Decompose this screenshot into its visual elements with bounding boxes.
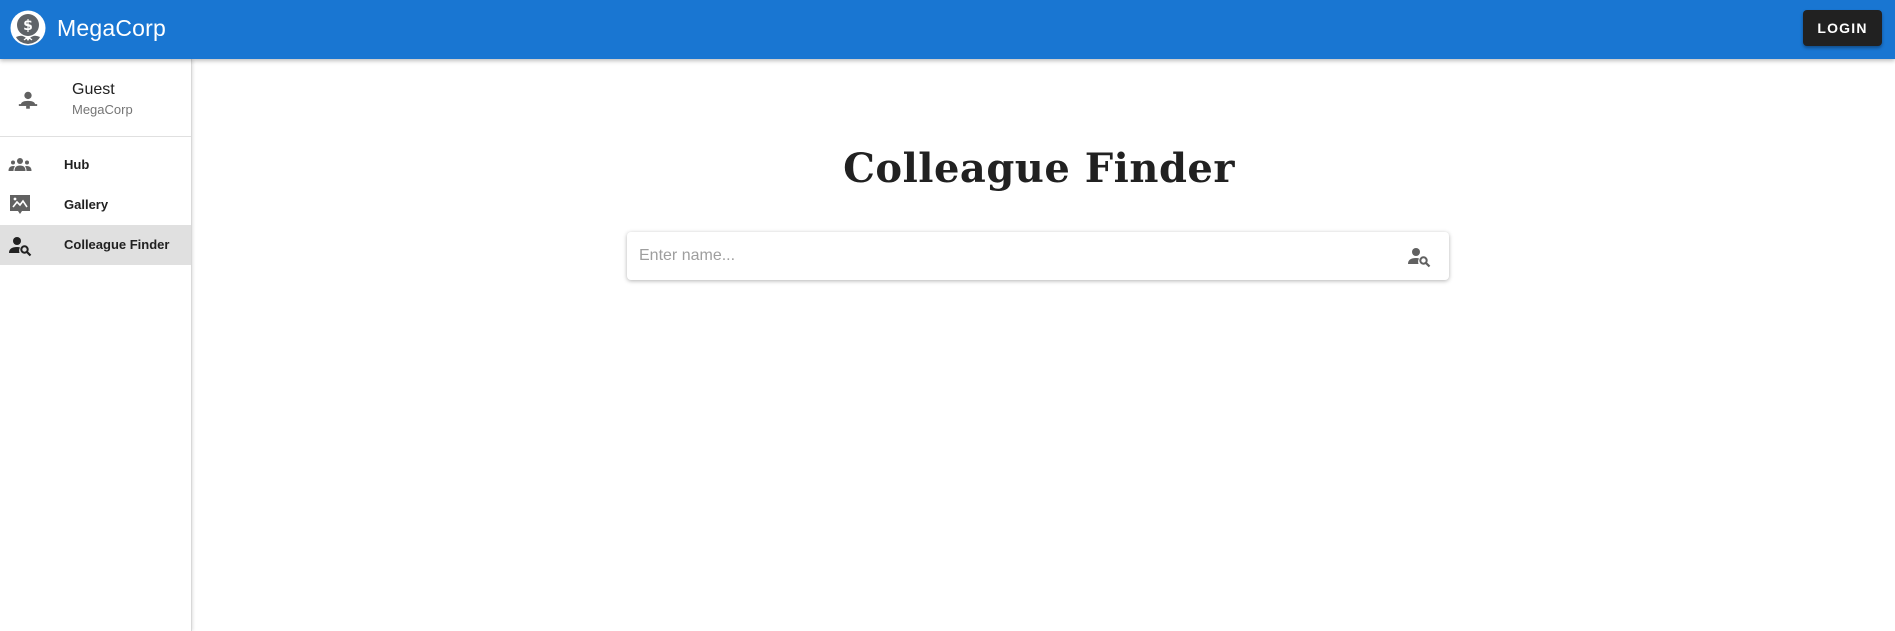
brand-link[interactable]: $ MegaCorp xyxy=(10,10,166,46)
person-search-icon xyxy=(9,237,32,257)
sidebar-item-gallery[interactable]: Gallery xyxy=(0,185,191,225)
user-profile: Guest MegaCorp xyxy=(0,59,191,137)
search-input[interactable] xyxy=(639,232,1399,280)
profile-name: Guest xyxy=(72,81,115,98)
brand-name: MegaCorp xyxy=(57,15,166,41)
gallery-icon xyxy=(10,195,30,214)
profile-org: MegaCorp xyxy=(72,102,133,117)
person-search-icon[interactable] xyxy=(1407,244,1431,268)
sidebar: Guest MegaCorp Hub Gallery Colleague Fin… xyxy=(0,59,192,631)
sidebar-item-hub[interactable]: Hub xyxy=(0,145,191,185)
svg-text:$: $ xyxy=(23,18,33,34)
login-button[interactable]: LOGIN xyxy=(1803,10,1882,46)
person-icon xyxy=(18,91,38,109)
sidebar-item-label: Gallery xyxy=(64,197,109,212)
app-bar: $ MegaCorp LOGIN xyxy=(0,0,1895,59)
sidebar-nav: Hub Gallery Colleague Finder xyxy=(0,145,191,265)
group-icon xyxy=(8,158,32,171)
sidebar-item-colleague-finder[interactable]: Colleague Finder xyxy=(0,225,191,265)
search-box xyxy=(627,232,1449,280)
sidebar-item-label: Colleague Finder xyxy=(64,237,170,252)
sidebar-item-label: Hub xyxy=(64,157,90,172)
money-hand-icon: $ xyxy=(10,10,46,46)
page-title: Colleague Finder xyxy=(843,145,1235,192)
main-content: Colleague Finder xyxy=(192,59,1895,631)
